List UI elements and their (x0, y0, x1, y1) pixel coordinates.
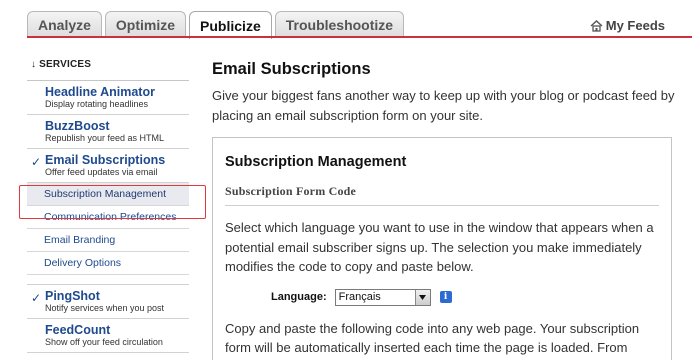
service-desc: Notify services when you post (45, 303, 165, 313)
service-headline-animator[interactable]: Headline Animator Display rotating headl… (27, 81, 189, 115)
tab-bar: Analyze Optimize Publicize Troubleshooti… (27, 11, 407, 39)
tab-analyze[interactable]: Analyze (27, 11, 102, 38)
language-select[interactable]: Français (334, 288, 431, 306)
dropdown-arrow-icon (414, 289, 430, 305)
service-title: PingShot (45, 289, 100, 303)
services-heading: ↓ SERVICES (31, 58, 92, 70)
info-icon[interactable]: i (439, 291, 452, 303)
service-title: Headline Animator (45, 85, 155, 99)
tab-optimize[interactable]: Optimize (104, 11, 187, 38)
highlight-box (19, 185, 206, 219)
language-label: Language: (271, 291, 327, 303)
my-feeds-label: My Feeds (605, 18, 665, 33)
subitem-delivery-options[interactable]: Delivery Options (27, 252, 189, 275)
service-desc: Show off your feed circulation (45, 337, 163, 347)
service-desc: Republish your feed as HTML (45, 133, 165, 143)
service-feedcount[interactable]: FeedCount Show off your feed circulation (27, 319, 189, 353)
subitem-email-branding[interactable]: Email Branding (27, 229, 189, 252)
main-content: Email Subscriptions Give your biggest fa… (212, 60, 682, 126)
page-title: Email Subscriptions (212, 60, 371, 78)
service-pingshot[interactable]: ✓ PingShot Notify services when you post (27, 285, 189, 319)
section-title: Subscription Form Code (225, 184, 659, 206)
service-desc: Offer feed updates via email (45, 167, 158, 177)
language-instructions: Select which language you want to use in… (225, 220, 654, 274)
divider (27, 275, 189, 285)
my-feeds-link[interactable]: My Feeds (590, 18, 665, 33)
service-title: FeedCount (45, 323, 111, 337)
checkmark-icon: ✓ (31, 155, 42, 169)
service-email-subscriptions[interactable]: ✓ Email Subscriptions Offer feed updates… (27, 149, 189, 183)
service-buzzboost[interactable]: BuzzBoost Republish your feed as HTML (27, 115, 189, 149)
copy-code-instructions: Copy and paste the following code into a… (225, 320, 640, 356)
tab-troubleshootize[interactable]: Troubleshootize (274, 11, 405, 38)
checkmark-icon: ✓ (31, 291, 42, 305)
tab-publicize[interactable]: Publicize (189, 11, 272, 39)
panel-title: Subscription Management (225, 154, 407, 170)
tab-underline (27, 36, 692, 38)
service-title: Email Subscriptions (45, 153, 166, 167)
page-intro: Give your biggest fans another way to ke… (212, 88, 675, 123)
language-select-value: Français (338, 291, 381, 303)
service-desc: Display rotating headlines (45, 99, 149, 109)
language-row: Language: Français i (271, 288, 659, 306)
subscription-management-panel: Subscription Management Subscription For… (212, 137, 672, 360)
service-title: BuzzBoost (45, 119, 110, 133)
home-icon (590, 19, 603, 32)
top-navigation: Analyze Optimize Publicize Troubleshooti… (0, 0, 700, 40)
